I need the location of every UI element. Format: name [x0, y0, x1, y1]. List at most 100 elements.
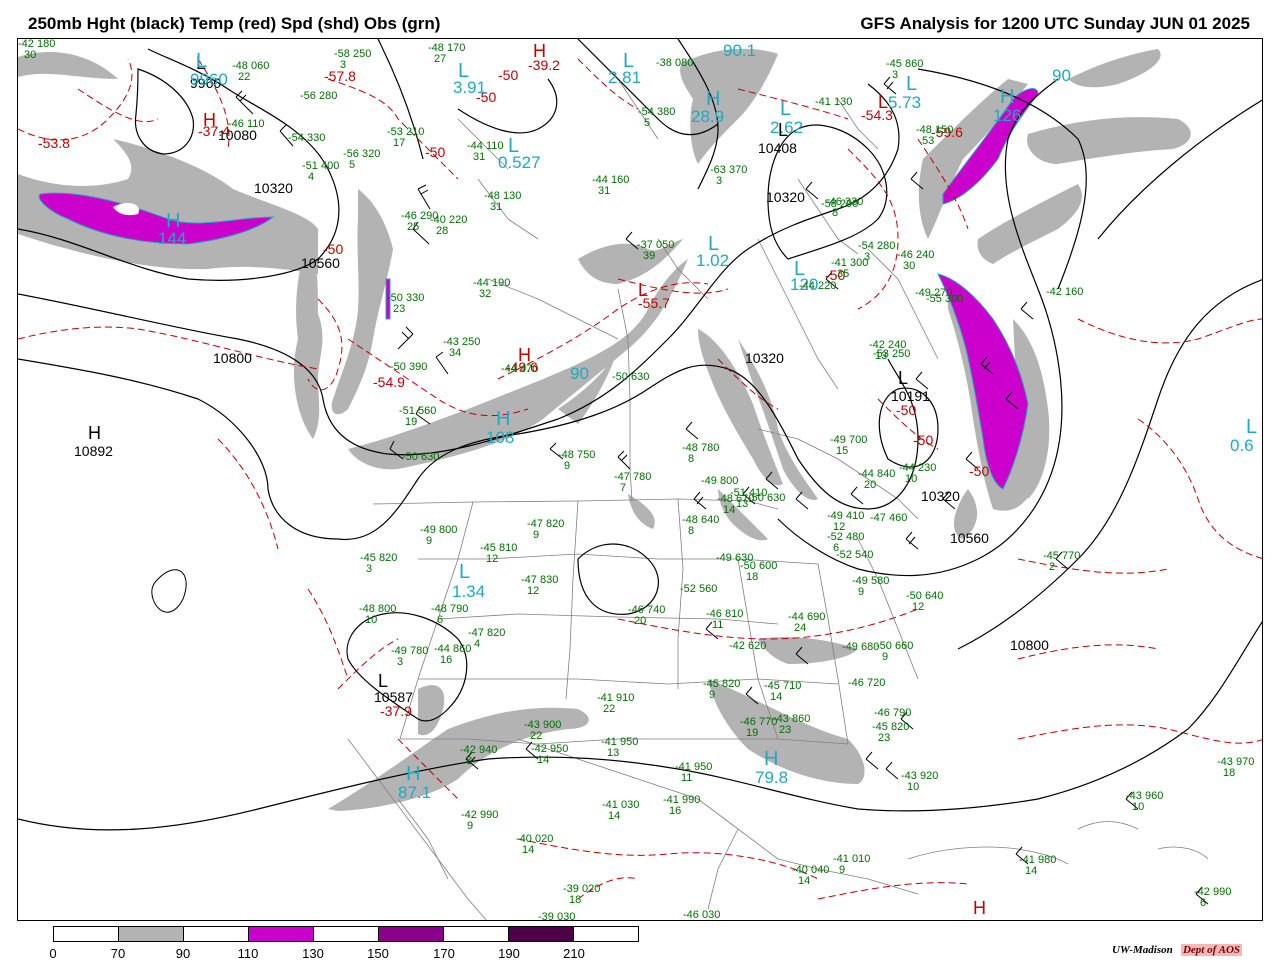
speed-label: 90 [1052, 66, 1071, 85]
obs-height: 270 [930, 287, 953, 299]
obs-height: 830 [536, 574, 559, 586]
station-obs: -47 820 9 [527, 519, 564, 541]
station-obs: -47 780 7 [614, 472, 651, 494]
obs-dewpoint-depression: 14 [522, 844, 535, 856]
temperature-label: -50 [323, 241, 344, 257]
obs-height: 780 [629, 471, 652, 483]
obs-height: 250 [458, 336, 481, 348]
speed-label: 90 [570, 364, 589, 383]
legend-swatch [249, 927, 314, 941]
speed-high-marker: H [166, 210, 181, 232]
station-obs: -47 460 [870, 513, 907, 524]
chart-title: 250mb Hght (black) Temp (red) Spd (shd) … [28, 14, 441, 33]
speed-label: 90.1 [723, 41, 757, 60]
station-obs: -52 560 [680, 584, 717, 595]
obs-height: 800 [716, 475, 739, 487]
station-obs: -48 640 8 [682, 515, 719, 537]
temperature-high-marker: H [533, 41, 546, 61]
obs-height: 180 [33, 38, 56, 50]
obs-dewpoint-depression: 14 [723, 504, 736, 516]
obs-height: 800 [435, 524, 458, 536]
obs-dewpoint-depression: 4 [308, 171, 315, 183]
obs-dewpoint-depression: 10 [365, 614, 378, 626]
obs-height: 990 [476, 809, 499, 821]
obs-dewpoint-depression: 3 [892, 69, 899, 81]
credit-dept: Dept of AOS [1180, 944, 1243, 956]
legend-tick: 70 [110, 946, 126, 961]
high-center-marker: H [88, 423, 101, 443]
temperature-high-marker: H [973, 898, 986, 918]
obs-dewpoint-depression: 18 [746, 571, 759, 583]
obs-dewpoint-depression: 12 [912, 601, 925, 613]
station-obs: -43 970 18 [1217, 757, 1254, 779]
obs-temp: -47 [870, 512, 886, 524]
obs-height: 560 [695, 583, 718, 595]
speed-high-marker: H [706, 88, 721, 110]
obs-height: 900 [539, 719, 562, 731]
speed-label: 5.73 [888, 93, 922, 112]
obs-height: 010 [848, 853, 871, 865]
obs-dewpoint-depression: 28 [436, 225, 449, 237]
obs-dewpoint-depression: 10 [907, 781, 920, 793]
station-obs: -45 770 2 [1043, 551, 1080, 573]
legend-tick: 0 [49, 946, 57, 961]
obs-temp: -49 [842, 641, 858, 653]
obs-temp: -50 [612, 371, 628, 383]
legend-swatch [119, 927, 184, 941]
station-obs: -48 170 27 [428, 43, 465, 65]
credit-org: UW-Madison [1112, 944, 1173, 956]
speed-low-marker: L [459, 561, 471, 583]
station-obs: -42 990 6 [1194, 887, 1231, 909]
station-obs: -43 920 10 [901, 771, 938, 793]
station-obs: -49 800 9 [420, 525, 457, 547]
station-obs: -46 790 [874, 708, 911, 719]
temperature-label: -37.9 [380, 703, 412, 719]
obs-height: 990 [1209, 886, 1232, 898]
obs-height: 240 [912, 249, 935, 261]
station-obs: -42 950 14 [531, 744, 568, 766]
map-panel: 9960 10080 10320 10560 10800 10892 10408… [17, 38, 1263, 921]
station-obs: -44 230 10 [899, 463, 936, 485]
obs-height: 580 [867, 575, 890, 587]
obs-height: 630 [627, 371, 650, 383]
temperature-label: -50 [969, 463, 990, 479]
obs-dewpoint-depression: 24 [794, 622, 807, 634]
speed-label: 126 [993, 106, 1022, 125]
obs-temp: -44 [799, 280, 815, 292]
station-obs: -48 670 14 [717, 494, 754, 516]
obs-dewpoint-depression: 31 [473, 151, 486, 163]
speed-label: 0.6 [1230, 436, 1254, 455]
speed-low-marker: L [708, 233, 720, 255]
obs-dewpoint-depression: 14 [1025, 865, 1038, 877]
temperature-label: -54.9 [373, 374, 405, 390]
obs-height: 170 [443, 42, 466, 54]
station-obs: -46 240 30 [897, 250, 934, 272]
station-obs: -48 790 6 [431, 604, 468, 626]
obs-dewpoint-depression: 6 [833, 542, 840, 554]
obs-height: 280 [315, 90, 338, 102]
station-obs: -45 810 12 [480, 543, 517, 565]
legend-tick: 210 [563, 946, 585, 961]
obs-temp: -39 [538, 911, 554, 921]
speed-low-marker: L [780, 98, 792, 120]
obs-height: 970 [1232, 756, 1255, 768]
station-obs: -39 020 18 [563, 884, 600, 906]
obs-height: 750 [573, 449, 596, 461]
speed-shading-110 [38, 88, 1039, 490]
station-obs: -49 410 12 [827, 511, 864, 533]
obs-dewpoint-depression: 16 [669, 805, 682, 817]
station-obs: -46 740 20 [628, 605, 665, 627]
legend-swatch [184, 927, 249, 941]
obs-dewpoint-depression: 3 [366, 563, 373, 575]
station-obs: -39 030 [538, 912, 575, 921]
legend-tick: 130 [302, 946, 324, 961]
obs-height: 820 [542, 518, 565, 530]
obs-dewpoint-depression: 12 [833, 521, 846, 533]
station-obs: -42 620 [729, 641, 766, 652]
obs-dewpoint-depression: 6 [437, 614, 444, 626]
height-label: 10800 [1010, 637, 1049, 653]
station-obs: -42 240 13 [869, 340, 906, 362]
obs-height: 980 [1034, 854, 1057, 866]
station-obs: -54 380 5 [638, 107, 675, 129]
obs-height: 820 [375, 552, 398, 564]
